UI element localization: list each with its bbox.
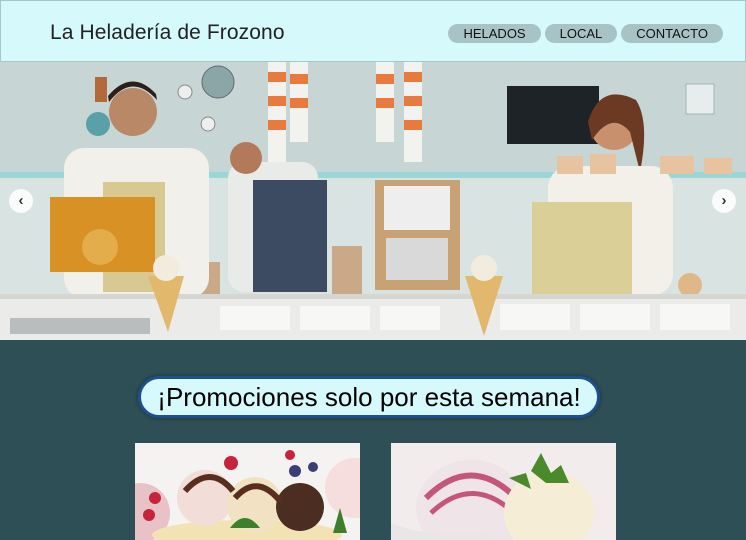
banana-split-image — [135, 443, 360, 540]
nav-local[interactable]: LOCAL — [544, 24, 618, 43]
chevron-left-icon[interactable]: ‹ — [9, 189, 33, 213]
main-nav: HELADOS LOCAL CONTACTO — [448, 24, 723, 43]
hero-photo — [0, 62, 746, 340]
hero-carousel: ‹ › — [0, 62, 746, 340]
brand-title[interactable]: La Heladería de Frozono — [50, 21, 285, 45]
promo-card-ice-cream-scoops[interactable] — [391, 443, 616, 540]
ice-cream-scoops-image — [391, 443, 616, 540]
chevron-right-icon[interactable]: › — [712, 189, 736, 213]
promo-title: ¡Promociones solo por esta semana! — [138, 376, 600, 418]
nav-contacto[interactable]: CONTACTO — [621, 24, 723, 43]
nav-helados[interactable]: HELADOS — [448, 24, 541, 43]
promo-card-banana-split[interactable] — [135, 443, 360, 540]
site-header: La Heladería de Frozono HELADOS LOCAL CO… — [0, 0, 746, 62]
promo-section: ¡Promociones solo por esta semana! — [0, 340, 746, 540]
